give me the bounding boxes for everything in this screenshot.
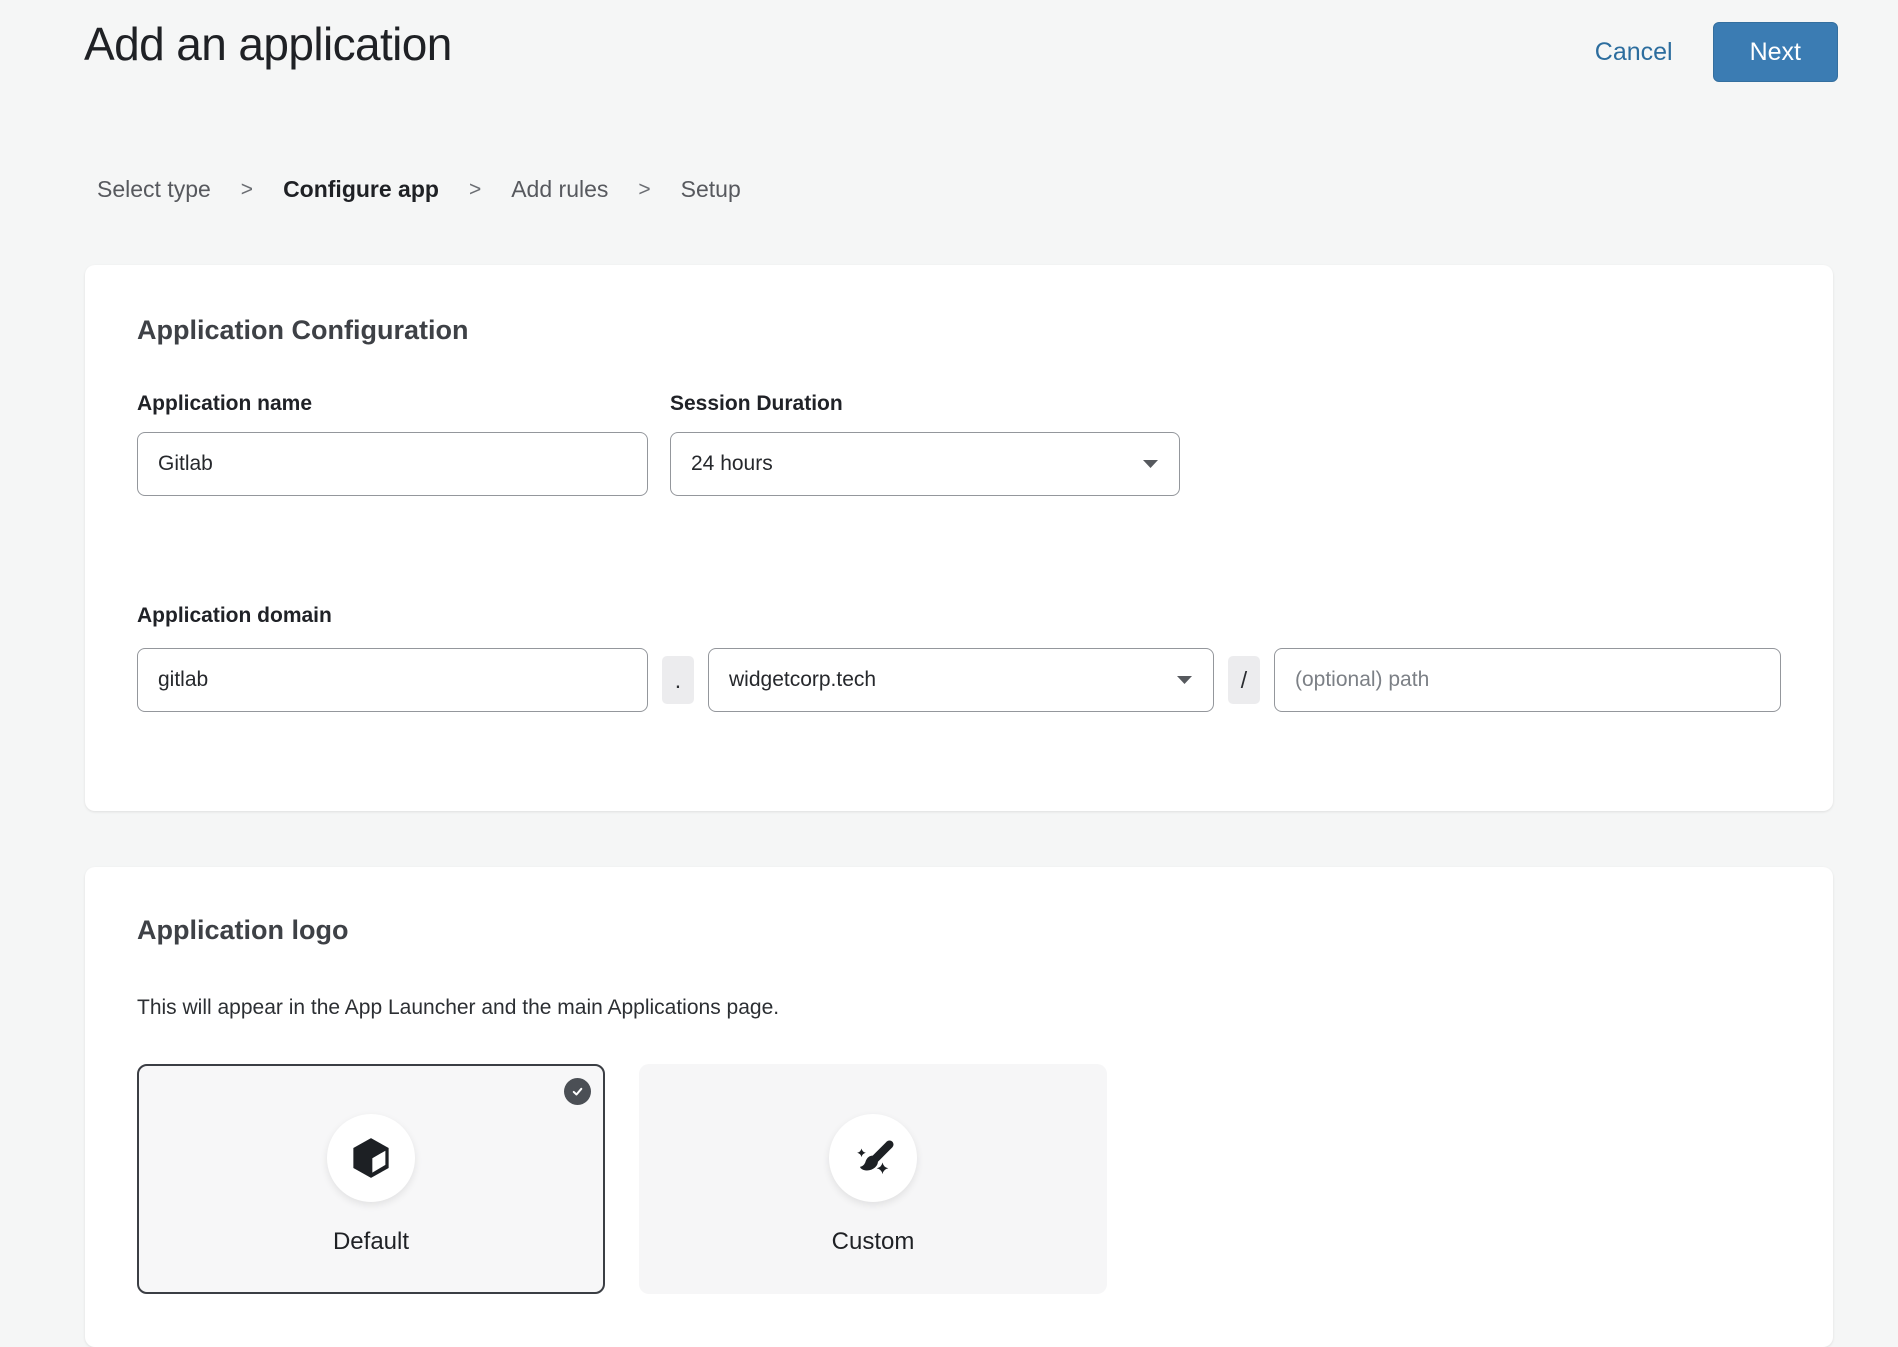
breadcrumb-separator: > [638,178,650,202]
subdomain-input[interactable] [137,648,648,712]
cube-icon [348,1135,394,1181]
chevron-down-icon [1142,459,1159,469]
dot-separator: . [662,656,694,704]
application-logo-card: Application logo This will appear in the… [85,867,1833,1347]
default-logo-label: Default [139,1228,603,1256]
logo-description: This will appear in the App Launcher and… [137,996,1781,1020]
application-domain-row: . widgetcorp.tech / [137,648,1781,712]
cancel-button[interactable]: Cancel [1595,38,1673,67]
default-logo-circle [327,1114,415,1202]
application-name-input[interactable] [137,432,648,496]
slash-separator: / [1228,656,1260,704]
page-header: Add an application Cancel Next [0,0,1898,82]
breadcrumb-step-select-type[interactable]: Select type [97,176,211,203]
breadcrumb-step-setup[interactable]: Setup [681,176,741,203]
selected-check-icon [564,1078,591,1105]
path-input[interactable] [1274,648,1781,712]
application-name-label: Application name [137,392,648,416]
application-configuration-card: Application Configuration Application na… [85,265,1833,811]
domain-select[interactable]: widgetcorp.tech [708,648,1214,712]
paintbrush-icon [849,1134,897,1182]
session-duration-value: 24 hours [691,452,773,476]
page-title: Add an application [84,16,452,72]
application-name-field-group: Application name [137,392,648,496]
domain-value: widgetcorp.tech [729,668,876,692]
session-duration-field-group: Session Duration 24 hours [670,392,1180,496]
chevron-down-icon [1176,675,1193,685]
next-button[interactable]: Next [1713,22,1838,82]
application-domain-field-group: Application domain [137,604,1781,628]
session-duration-label: Session Duration [670,392,1180,416]
breadcrumb-separator: > [469,178,481,202]
name-session-row: Application name Session Duration 24 hou… [137,392,1781,496]
logo-heading: Application logo [137,915,1781,946]
configuration-heading: Application Configuration [137,315,1781,346]
breadcrumb-separator: > [241,178,253,202]
custom-logo-label: Custom [641,1228,1105,1256]
header-actions: Cancel Next [1595,22,1838,82]
breadcrumb-step-add-rules[interactable]: Add rules [511,176,608,203]
application-domain-label: Application domain [137,604,1781,628]
custom-logo-circle [829,1114,917,1202]
session-duration-select[interactable]: 24 hours [670,432,1180,496]
breadcrumb-step-configure-app[interactable]: Configure app [283,176,439,203]
breadcrumb: Select type > Configure app > Add rules … [97,176,1898,203]
